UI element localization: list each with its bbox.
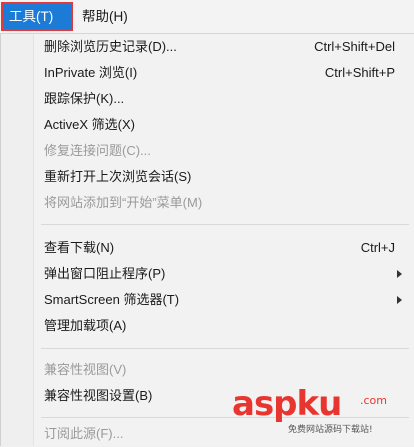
menu-tools[interactable]: 工具(T) bbox=[3, 4, 71, 29]
menu-item-label: 兼容性视图(V) bbox=[44, 357, 126, 383]
menu-item-label: InPrivate 浏览(I) bbox=[44, 60, 137, 86]
submenu-arrow-icon bbox=[397, 270, 402, 278]
menu-item-popup-blocker[interactable]: 弹出窗口阻止程序(P) bbox=[34, 261, 414, 287]
menu-item-shortcut: Ctrl+Shift+Del bbox=[314, 34, 395, 60]
menu-item-label: SmartScreen 筛选器(T) bbox=[44, 287, 179, 313]
watermark-tagline: 免费网站源码下载站! bbox=[288, 422, 373, 435]
menu-item-label: ActiveX 筛选(X) bbox=[44, 112, 135, 138]
menu-item-label: 修复连接问题(C)... bbox=[44, 138, 151, 164]
menu-item-label: 跟踪保护(K)... bbox=[44, 86, 124, 112]
menu-item-inprivate[interactable]: InPrivate 浏览(I) Ctrl+Shift+P bbox=[34, 60, 414, 86]
watermark-domain: .com bbox=[360, 394, 387, 407]
menu-item-shortcut: Ctrl+J bbox=[361, 235, 395, 261]
menu-item-label: 兼容性视图设置(B) bbox=[44, 383, 152, 409]
menu-item-label: 管理加载项(A) bbox=[44, 313, 126, 339]
menu-item-compat-view: 兼容性视图(V) bbox=[34, 357, 414, 383]
menu-item-delete-history[interactable]: 删除浏览历史记录(D)... Ctrl+Shift+Del bbox=[34, 34, 414, 60]
menu-separator bbox=[41, 224, 409, 225]
menu-item-manage-addons[interactable]: 管理加载项(A) bbox=[34, 313, 414, 339]
watermark-logo: aspku .com 免费网站源码下载站! bbox=[232, 384, 402, 434]
menu-item-add-to-start: 将网站添加到“开始”菜单(M) bbox=[34, 190, 414, 216]
menu-item-label: 查看下载(N) bbox=[44, 235, 114, 261]
menu-bar: 工具(T) 帮助(H) bbox=[0, 0, 414, 34]
menu-item-label: 订阅此源(F)... bbox=[44, 421, 123, 447]
menu-item-label: 重新打开上次浏览会话(S) bbox=[44, 164, 191, 190]
menu-item-tracking-protection[interactable]: 跟踪保护(K)... bbox=[34, 86, 414, 112]
menu-item-label: 将网站添加到“开始”菜单(M) bbox=[44, 190, 202, 216]
menu-item-label: 弹出窗口阻止程序(P) bbox=[44, 261, 165, 287]
watermark-brand: aspku bbox=[232, 384, 341, 424]
menu-item-fix-connection: 修复连接问题(C)... bbox=[34, 138, 414, 164]
menu-help[interactable]: 帮助(H) bbox=[76, 4, 134, 29]
menu-item-smartscreen[interactable]: SmartScreen 筛选器(T) bbox=[34, 287, 414, 313]
menu-icon-gutter bbox=[1, 34, 34, 446]
submenu-arrow-icon bbox=[397, 296, 402, 304]
menu-item-shortcut: Ctrl+Shift+P bbox=[325, 60, 395, 86]
menu-separator bbox=[41, 348, 409, 349]
menu-item-label: 删除浏览历史记录(D)... bbox=[44, 34, 177, 60]
menu-item-reopen-session[interactable]: 重新打开上次浏览会话(S) bbox=[34, 164, 414, 190]
menu-item-activex-filter[interactable]: ActiveX 筛选(X) bbox=[34, 112, 414, 138]
menu-item-view-downloads[interactable]: 查看下载(N) Ctrl+J bbox=[34, 235, 414, 261]
